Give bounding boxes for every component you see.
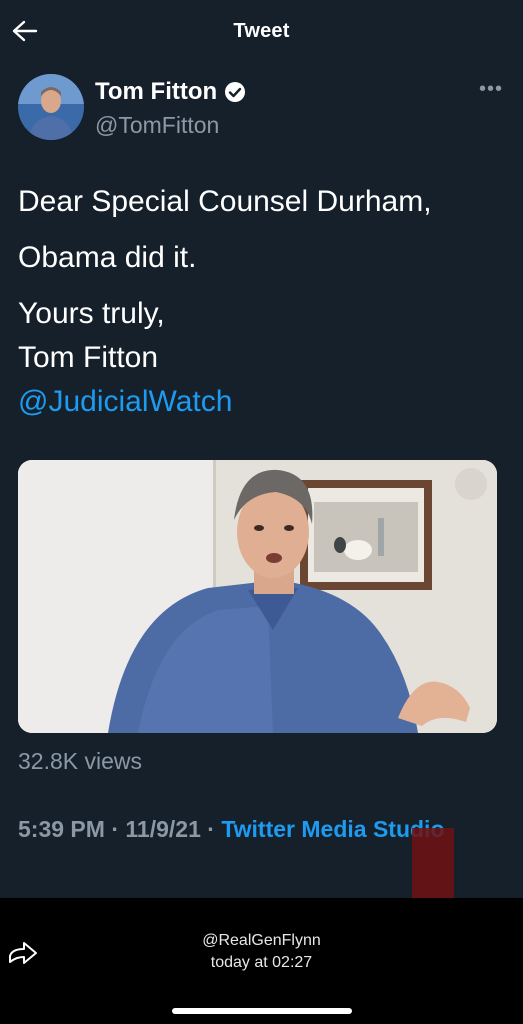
video-thumbnail[interactable] bbox=[18, 460, 497, 733]
top-bar: Tweet bbox=[0, 0, 523, 64]
author-handle[interactable]: @TomFitton bbox=[95, 112, 219, 139]
tweet-date: 11/9/21 bbox=[125, 816, 201, 842]
author-name-row: Tom Fitton bbox=[95, 78, 246, 106]
separator: · bbox=[104, 816, 126, 842]
view-count: 32.8K views bbox=[18, 748, 143, 774]
avatar[interactable] bbox=[18, 74, 84, 140]
verified-badge-icon bbox=[225, 82, 246, 102]
tweet-line: Tom Fitton bbox=[18, 341, 159, 374]
more-dots-icon: ••• bbox=[478, 78, 503, 100]
tweet-line: Yours truly, bbox=[18, 297, 165, 330]
video-frame bbox=[18, 460, 497, 733]
tweet-author: Tom Fitton @TomFitton ••• bbox=[18, 74, 508, 144]
author-name[interactable]: Tom Fitton bbox=[95, 78, 217, 106]
shared-by-username: @RealGenFlynn bbox=[202, 932, 321, 949]
home-indicator[interactable] bbox=[172, 1008, 352, 1014]
more-options-button[interactable]: ••• bbox=[476, 78, 506, 102]
shared-time: today at 02:27 bbox=[210, 954, 313, 971]
tweet-line: Obama did it. bbox=[18, 241, 197, 274]
tweet-text: Dear Special Counsel Durham, Obama did i… bbox=[18, 180, 508, 424]
mention-link[interactable]: @JudicialWatch bbox=[18, 380, 508, 424]
tweet-line: Dear Special Counsel Durham, bbox=[18, 185, 432, 218]
tweet-time: 5:39 PM bbox=[18, 816, 105, 842]
separator: · bbox=[200, 816, 222, 842]
page-title: Tweet bbox=[233, 20, 290, 42]
share-bar: @RealGenFlynn today at 02:27 bbox=[0, 898, 523, 1024]
